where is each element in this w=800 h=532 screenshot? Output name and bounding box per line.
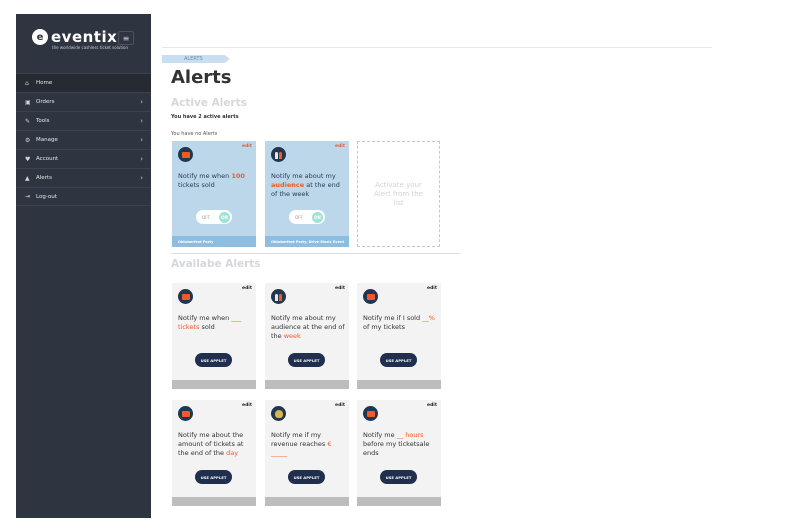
- no-alerts-note: You have no Alerts: [171, 131, 218, 137]
- audience-icon: [271, 289, 286, 304]
- sidebar-item-label: Alerts: [36, 175, 52, 181]
- alert-description: Notify me __ hours before my ticketsale …: [363, 431, 430, 457]
- active-alert-card[interactable]: edit Notify me about my audience at the …: [265, 141, 349, 247]
- sidebar-item-label: Manage: [36, 137, 58, 143]
- use-applet-button[interactable]: USE APPLET: [380, 353, 417, 367]
- breadcrumb[interactable]: ALERTS: [162, 55, 230, 63]
- alert-toggle[interactable]: OFF ON: [196, 210, 232, 224]
- chevron-right-icon: ›: [140, 174, 143, 182]
- card-footer: [265, 497, 349, 506]
- heart-icon: ♥: [25, 155, 31, 163]
- card-event-label: Oktoberfest Party, Drive Music Event: [265, 236, 349, 247]
- alert-toggle[interactable]: OFF ON: [289, 210, 325, 224]
- available-alert-card[interactable]: edit Notify me about my audience at the …: [265, 283, 349, 389]
- alert-description: Notify me when 100 tickets sold: [178, 172, 245, 189]
- ticket-icon: [178, 289, 193, 304]
- home-icon: ⌂: [25, 79, 29, 87]
- section-divider: [171, 253, 460, 254]
- alert-description: Notify me when ___ tickets sold: [178, 314, 242, 331]
- sidebar-item-label: Orders: [36, 99, 55, 105]
- card-footer: [357, 380, 441, 389]
- active-alerts-heading: Active Alerts: [171, 97, 247, 109]
- brand-name: eventix: [51, 28, 118, 46]
- sidebar-item-tools[interactable]: ✎ Tools ›: [16, 111, 151, 130]
- eventix-logo-icon: e: [32, 29, 48, 45]
- ticket-icon: [363, 289, 378, 304]
- use-applet-button[interactable]: USE APPLET: [288, 353, 325, 367]
- chevron-right-icon: ›: [140, 117, 143, 125]
- wrench-icon: ✎: [25, 117, 31, 125]
- ticket-icon: [178, 406, 193, 421]
- alert-description: Notify me if I sold __% of my tickets: [363, 314, 435, 331]
- available-alert-card[interactable]: edit Notify me if my revenue reaches € _…: [265, 400, 349, 506]
- edit-link[interactable]: edit: [242, 144, 252, 149]
- gears-icon: ⚙: [25, 136, 31, 144]
- edit-link[interactable]: edit: [427, 286, 437, 291]
- ticket-icon: [363, 406, 378, 421]
- active-alert-card[interactable]: edit Notify me when 100 tickets sold OFF…: [172, 141, 256, 247]
- sidebar-nav: ⌂ Home ▣ Orders › ✎ Tools › ⚙ Manage › ♥…: [16, 73, 151, 206]
- alert-description: Notify me if my revenue reaches € _____: [271, 431, 332, 457]
- ticket-icon: [178, 147, 193, 162]
- logout-icon: ⇥: [25, 193, 31, 200]
- bell-icon: ▲: [25, 174, 30, 182]
- sidebar-item-alerts[interactable]: ▲ Alerts ›: [16, 168, 151, 187]
- use-applet-button[interactable]: USE APPLET: [288, 470, 325, 484]
- alert-drop-placeholder[interactable]: Activate your Alert from the list: [357, 141, 440, 247]
- edit-link[interactable]: edit: [335, 403, 345, 408]
- toggle-off-label: OFF: [202, 214, 210, 220]
- use-applet-button[interactable]: USE APPLET: [195, 470, 232, 484]
- sidebar-item-logout[interactable]: ⇥ Log-out: [16, 187, 151, 206]
- card-footer: [172, 380, 256, 389]
- sidebar-item-label: Tools: [36, 118, 50, 124]
- use-applet-button[interactable]: USE APPLET: [380, 470, 417, 484]
- available-alert-card[interactable]: edit Notify me when ___ tickets sold USE…: [172, 283, 256, 389]
- alert-description: Notify me about my audience at the end o…: [271, 314, 345, 340]
- available-alerts-heading: Availabe Alerts: [171, 258, 261, 270]
- chevron-right-icon: ›: [140, 136, 143, 144]
- edit-link[interactable]: edit: [427, 403, 437, 408]
- available-alert-card[interactable]: edit Notify me if I sold __% of my ticke…: [357, 283, 441, 389]
- sidebar-item-label: Account: [36, 156, 59, 162]
- edit-link[interactable]: edit: [242, 286, 252, 291]
- hamburger-icon: ≡: [122, 33, 130, 43]
- card-footer: [172, 497, 256, 506]
- audience-icon: [271, 147, 286, 162]
- edit-link[interactable]: edit: [242, 403, 252, 408]
- alert-description: Notify me about the amount of tickets at…: [178, 431, 244, 457]
- sidebar-item-label: Log-out: [36, 193, 57, 200]
- sidebar-item-home[interactable]: ⌂ Home: [16, 73, 151, 92]
- available-alert-card[interactable]: edit Notify me __ hours before my ticket…: [357, 400, 441, 506]
- use-applet-button[interactable]: USE APPLET: [195, 353, 232, 367]
- menu-toggle-button[interactable]: ≡: [118, 31, 134, 45]
- money-bag-icon: [271, 406, 286, 421]
- placeholder-text: Activate your Alert from the list: [374, 180, 423, 207]
- orders-icon: ▣: [25, 98, 31, 106]
- edit-link[interactable]: edit: [335, 286, 345, 291]
- available-alert-card[interactable]: edit Notify me about the amount of ticke…: [172, 400, 256, 506]
- card-footer: [265, 380, 349, 389]
- alert-description: Notify me about my audience at the end o…: [271, 172, 340, 198]
- header-divider: [162, 47, 712, 48]
- card-event-label: Oktoberfest Party: [172, 236, 256, 247]
- card-footer: [357, 497, 441, 506]
- active-alerts-count: You have 2 active alerts: [171, 114, 239, 120]
- edit-link[interactable]: edit: [335, 144, 345, 149]
- toggle-on-knob: ON: [312, 211, 323, 223]
- sidebar: e eventix the worldwide cashless ticket …: [16, 14, 151, 518]
- chevron-right-icon: ›: [140, 98, 143, 106]
- toggle-on-knob: ON: [219, 211, 230, 223]
- brand-tagline: the worldwide cashless ticket solution: [52, 45, 128, 50]
- toggle-off-label: OFF: [295, 214, 303, 220]
- page-title: Alerts: [171, 67, 232, 88]
- chevron-right-icon: ›: [140, 155, 143, 163]
- sidebar-item-orders[interactable]: ▣ Orders ›: [16, 92, 151, 111]
- brand-logo[interactable]: e eventix: [32, 28, 117, 46]
- sidebar-item-manage[interactable]: ⚙ Manage ›: [16, 130, 151, 149]
- sidebar-item-label: Home: [36, 80, 53, 86]
- sidebar-item-account[interactable]: ♥ Account ›: [16, 149, 151, 168]
